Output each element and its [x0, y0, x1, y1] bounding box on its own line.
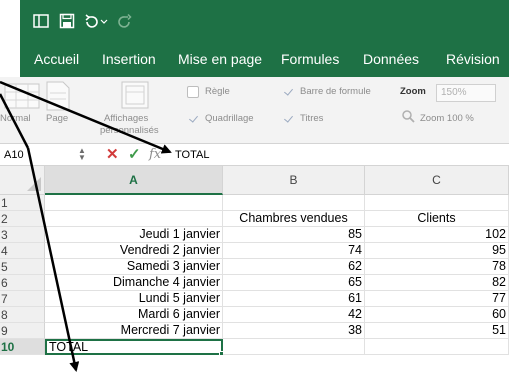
- grid-cell[interactable]: Dimanche 4 janvier: [45, 275, 223, 291]
- tab-mise-en-page[interactable]: Mise en page: [178, 42, 262, 77]
- formula-bar-label: Barre de formule: [300, 86, 371, 97]
- gridlines-checkbox[interactable]: [187, 113, 199, 125]
- worksheet-grid: A B C 1 2 Chambres vendues Clients 3 Jeudi 1 …: [0, 166, 509, 389]
- column-header-a[interactable]: A: [45, 166, 223, 195]
- row-header[interactable]: 8: [0, 307, 45, 323]
- grid-cell[interactable]: Jeudi 1 janvier: [45, 227, 223, 243]
- row-header[interactable]: 6: [0, 275, 45, 291]
- ruler-checkbox[interactable]: [187, 86, 199, 98]
- grid-cell[interactable]: Mardi 6 janvier: [45, 307, 223, 323]
- grid-cell[interactable]: 74: [223, 243, 365, 259]
- ruler-label: Règle: [205, 86, 230, 97]
- grid-cell[interactable]: 82: [365, 275, 509, 291]
- row-header[interactable]: 4: [0, 243, 45, 259]
- redo-icon[interactable]: [116, 12, 134, 30]
- grid-cell[interactable]: [365, 339, 509, 355]
- tab-insertion[interactable]: Insertion: [102, 42, 156, 77]
- grid-cell[interactable]: 61: [223, 291, 365, 307]
- column-header-c[interactable]: C: [365, 166, 509, 195]
- normal-view-icon[interactable]: [4, 83, 40, 114]
- grid-cell[interactable]: Samedi 3 janvier: [45, 259, 223, 275]
- page-view-label[interactable]: Page: [46, 113, 68, 124]
- headings-checkbox[interactable]: [282, 113, 294, 125]
- grid-cell[interactable]: [45, 195, 223, 211]
- excel-window: Accueil Insertion Mise en page Formules …: [0, 0, 509, 389]
- grid-cell[interactable]: 60: [365, 307, 509, 323]
- grid-cell[interactable]: 102: [365, 227, 509, 243]
- formula-input[interactable]: TOTAL: [175, 146, 209, 164]
- tab-donnees[interactable]: Données: [363, 42, 419, 77]
- grid-cell[interactable]: 38: [223, 323, 365, 339]
- tab-accueil[interactable]: Accueil: [34, 42, 79, 77]
- ribbon-panel: Normal Page Affichages personnalisés Règ…: [0, 77, 509, 144]
- grid-cell[interactable]: 65: [223, 275, 365, 291]
- grid-cell[interactable]: [45, 211, 223, 227]
- custom-views-label-2[interactable]: personnalisés: [100, 125, 159, 136]
- sidebar-toggle-icon[interactable]: [32, 12, 50, 30]
- name-box[interactable]: A10: [2, 146, 90, 164]
- grid-cell[interactable]: [223, 339, 365, 355]
- row-header[interactable]: 1: [0, 195, 45, 211]
- ribbon-tabs: Accueil Insertion Mise en page Formules …: [20, 42, 509, 77]
- grid-cell[interactable]: Chambres vendues: [223, 211, 365, 227]
- grid-cell[interactable]: Mercredi 7 janvier: [45, 323, 223, 339]
- select-all-icon: [27, 177, 41, 191]
- fx-icon[interactable]: fx: [149, 146, 161, 164]
- tab-revision[interactable]: Révision: [446, 42, 500, 77]
- page-view-icon[interactable]: [44, 81, 72, 116]
- row-header[interactable]: 7: [0, 291, 45, 307]
- grid-cell[interactable]: Clients: [365, 211, 509, 227]
- column-header-b[interactable]: B: [223, 166, 365, 195]
- cancel-icon[interactable]: ✕: [106, 146, 119, 164]
- gridlines-label: Quadrillage: [205, 113, 254, 124]
- select-all-corner[interactable]: [0, 166, 45, 195]
- grid-cell[interactable]: 77: [365, 291, 509, 307]
- headings-label: Titres: [300, 113, 324, 124]
- grid-cell[interactable]: 51: [365, 323, 509, 339]
- formula-bar-checkbox[interactable]: [282, 86, 294, 98]
- normal-view-label[interactable]: Normal: [0, 113, 31, 124]
- row-header[interactable]: 3: [0, 227, 45, 243]
- custom-views-label-1[interactable]: Affichages: [104, 113, 148, 124]
- grid-cell[interactable]: Vendredi 2 janvier: [45, 243, 223, 259]
- grid-cell[interactable]: 62: [223, 259, 365, 275]
- grid-cell[interactable]: Lundi 5 janvier: [45, 291, 223, 307]
- tab-formules[interactable]: Formules: [281, 42, 339, 77]
- enter-icon[interactable]: ✓: [128, 146, 141, 164]
- grid-cell[interactable]: [365, 195, 509, 211]
- grid-cell[interactable]: [223, 195, 365, 211]
- grid-cell[interactable]: 42: [223, 307, 365, 323]
- formula-bar: A10 ▲ ▼ ✕ ✓ fx TOTAL: [0, 144, 509, 166]
- save-icon[interactable]: [58, 12, 76, 30]
- name-box-stepper-icon[interactable]: ▲ ▼: [78, 147, 86, 162]
- title-bar: [20, 0, 509, 42]
- custom-views-icon[interactable]: [120, 80, 150, 115]
- row-header[interactable]: 2: [0, 211, 45, 227]
- row-header[interactable]: 5: [0, 259, 45, 275]
- zoom-label: Zoom: [400, 86, 426, 97]
- active-cell[interactable]: TOTAL: [45, 339, 223, 355]
- zoom-100-icon[interactable]: [401, 109, 415, 128]
- grid-cell[interactable]: 85: [223, 227, 365, 243]
- row-header[interactable]: 10: [0, 339, 45, 355]
- undo-icon[interactable]: [82, 12, 112, 30]
- grid-cell[interactable]: 78: [365, 259, 509, 275]
- zoom-field[interactable]: 150%: [436, 84, 496, 102]
- row-header[interactable]: 9: [0, 323, 45, 339]
- grid-cell[interactable]: 95: [365, 243, 509, 259]
- zoom-100-label[interactable]: Zoom 100 %: [420, 113, 474, 124]
